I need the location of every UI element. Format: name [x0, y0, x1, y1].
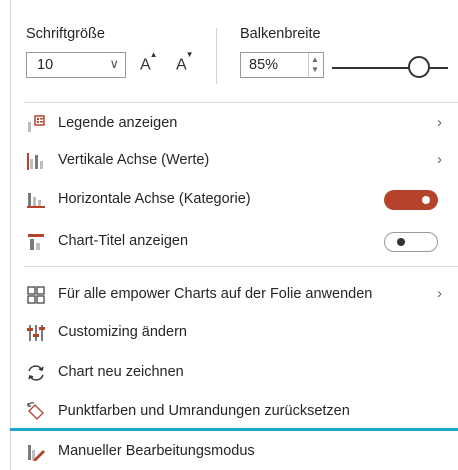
menu-item-legend[interactable]: Legende anzeigen ›: [24, 110, 458, 138]
divider: [24, 102, 458, 103]
menu-item-horizontal-axis[interactable]: Horizontale Achse (Kategorie): [24, 186, 458, 214]
shrink-font-button[interactable]: A▼: [176, 50, 195, 74]
font-size-value: 10: [37, 57, 54, 73]
grid-apply-icon: [27, 286, 45, 304]
menu-item-label: Chart-Titel anzeigen: [58, 233, 189, 249]
bar-width-label: Balkenbreite: [240, 26, 321, 42]
menu-item-redraw[interactable]: Chart neu zeichnen: [24, 359, 458, 387]
menu-item-label: Manueller Bearbeitungsmodus: [58, 443, 255, 459]
toggle-knob: [422, 196, 430, 204]
menu-item-reset-colors[interactable]: Punktfarben und Umrandungen zurücksetzen: [24, 398, 458, 426]
legend-icon: [28, 115, 45, 132]
menu-item-label: Horizontale Achse (Kategorie): [58, 191, 251, 207]
chevron-right-icon: ›: [437, 285, 442, 302]
menu-item-label: Punktfarben und Umrandungen zurücksetzen: [58, 403, 350, 419]
menu-item-chart-title[interactable]: Chart-Titel anzeigen: [24, 228, 458, 256]
menu-item-manual-mode[interactable]: Manueller Bearbeitungsmodus: [24, 438, 458, 466]
menu-item-label: Chart neu zeichnen: [58, 364, 184, 380]
chart-title-toggle[interactable]: [384, 232, 438, 252]
horizontal-axis-icon: [27, 193, 45, 208]
menu-item-label: Legende anzeigen: [58, 115, 178, 131]
spinner-arrows[interactable]: ▲ ▼: [308, 53, 323, 77]
bar-width-slider-track-end: [430, 67, 448, 69]
vertical-axis-icon: [27, 153, 43, 170]
divider: [24, 266, 458, 267]
horizontal-axis-toggle[interactable]: [384, 190, 438, 210]
vertical-divider: [216, 28, 217, 84]
spinner-up-icon[interactable]: ▲: [311, 56, 319, 64]
chart-title-icon: [28, 234, 44, 250]
menu-item-vertical-axis[interactable]: Vertikale Achse (Werte) ›: [24, 147, 458, 175]
menu-item-apply-all[interactable]: Für alle empower Charts auf der Folie an…: [24, 281, 458, 309]
menu-item-customizing[interactable]: Customizing ändern: [24, 319, 458, 347]
menu-item-label: Für alle empower Charts auf der Folie an…: [58, 286, 373, 302]
top-controls: Schriftgröße 10 ∨ A▲ A▼ Balkenbreite 85%…: [24, 26, 458, 96]
spinner-down-icon[interactable]: ▼: [311, 66, 319, 74]
selection-highlight: [10, 428, 458, 431]
chevron-right-icon: ›: [437, 151, 442, 168]
reset-colors-icon: [27, 402, 44, 420]
grow-font-button[interactable]: A▲: [140, 50, 159, 74]
chevron-down-icon: ∨: [109, 56, 119, 71]
redraw-icon: [28, 365, 44, 381]
bar-width-value: 85%: [249, 57, 279, 73]
manual-edit-icon: [28, 445, 45, 461]
bar-width-spinner[interactable]: 85% ▲ ▼: [240, 52, 324, 78]
font-size-dropdown[interactable]: 10 ∨: [26, 52, 126, 78]
toggle-knob: [397, 238, 405, 246]
menu-item-label: Customizing ändern: [58, 324, 187, 340]
menu-item-label: Vertikale Achse (Werte): [58, 152, 210, 168]
font-size-label: Schriftgröße: [26, 26, 105, 42]
customizing-icon: [27, 325, 45, 341]
bar-width-slider-thumb[interactable]: [408, 56, 430, 78]
chevron-right-icon: ›: [437, 114, 442, 131]
